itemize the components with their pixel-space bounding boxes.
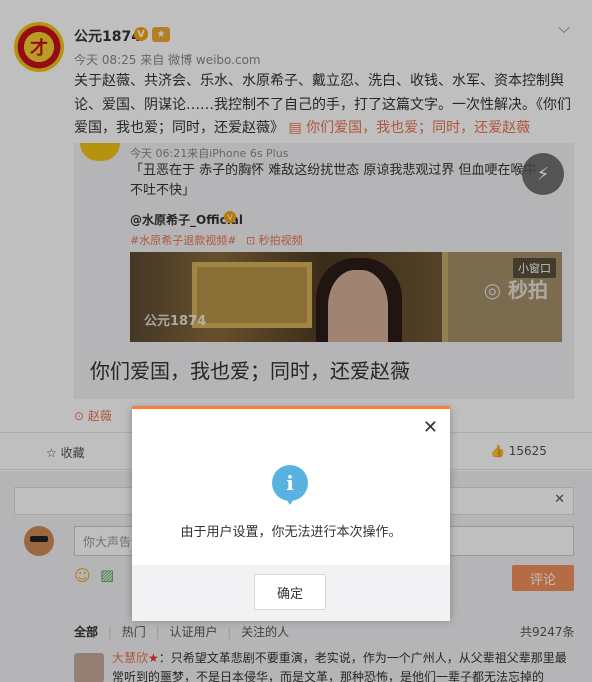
info-icon: i — [272, 465, 308, 505]
ok-button[interactable]: 确定 — [254, 574, 326, 610]
dialog-footer: 确定 — [132, 565, 450, 621]
close-icon[interactable]: ✕ — [423, 417, 438, 438]
alert-dialog: ✕ i 由于用户设置，你无法进行本次操作。 确定 — [132, 406, 450, 621]
dialog-message: 由于用户设置，你无法进行本次操作。 — [180, 525, 402, 540]
